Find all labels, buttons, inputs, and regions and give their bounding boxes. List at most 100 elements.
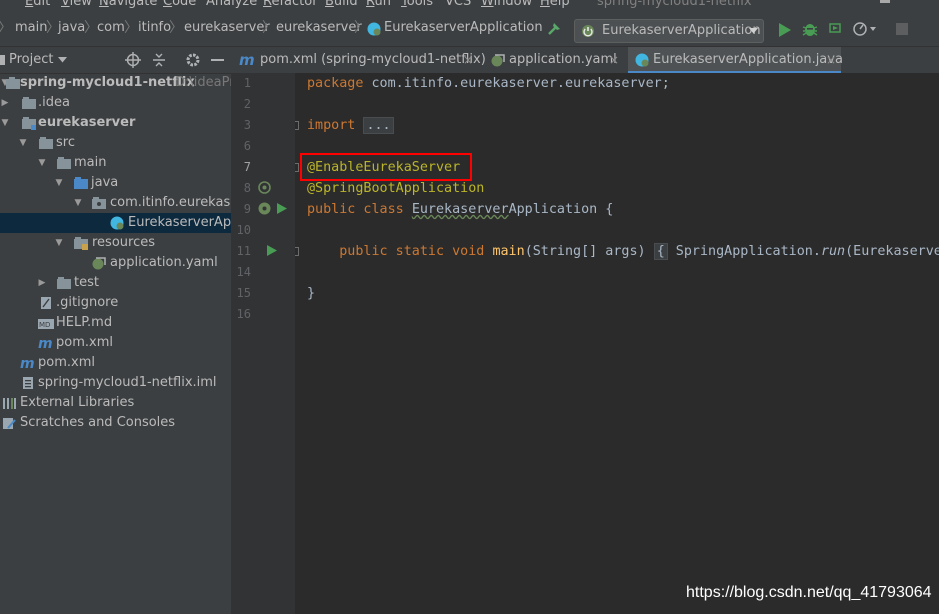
project-panel-title[interactable]: Project (9, 47, 53, 72)
expanded-arrow-icon[interactable]: ▼ (54, 233, 64, 253)
menu-code[interactable]: Code (163, 0, 196, 10)
expanded-arrow-icon[interactable]: ▼ (54, 173, 64, 193)
code-line-11: public static void main(String[] args) {… (307, 241, 939, 262)
expanded-arrow-icon[interactable]: ▼ (18, 133, 28, 153)
tree-item-eurekaserver-module[interactable]: ▼ eurekaserver (0, 113, 231, 133)
menu-window[interactable]: Window (481, 0, 532, 10)
menu-view[interactable]: View (61, 0, 92, 10)
line-number: 2 (243, 97, 251, 111)
tree-item-scratches[interactable]: Scratches and Consoles (0, 413, 231, 433)
run-configuration-label: EurekaserverApplication (602, 23, 761, 38)
tree-item-label: eurekaserver (38, 115, 136, 130)
collapsed-arrow-icon[interactable]: ▶ (0, 93, 10, 113)
navigation-bar: 〉 main 〉 java 〉 com 〉 itinfo 〉 eurekaser… (0, 10, 939, 47)
tree-item-application-yaml[interactable]: application.yaml (0, 253, 231, 273)
hide-panel-icon[interactable] (211, 59, 224, 61)
expanded-arrow-icon[interactable]: ▼ (73, 193, 83, 213)
menu-navigate[interactable]: Navigate (99, 0, 157, 10)
breadcrumb-com[interactable]: com (97, 10, 125, 46)
tree-item-iml[interactable]: spring-mycloud1-netflix.iml (0, 373, 231, 393)
locate-target-icon[interactable] (125, 52, 141, 68)
menu-tools[interactable]: Tools (401, 0, 433, 10)
breadcrumb-eurekaserver-2[interactable]: eurekaserver (276, 10, 362, 46)
folded-method-body[interactable]: { (653, 243, 668, 260)
tree-item-resources[interactable]: ▼ resources (0, 233, 231, 253)
hammer-build-icon[interactable] (546, 21, 562, 37)
menu-edit[interactable]: Edit (25, 0, 50, 10)
breadcrumb-main[interactable]: main (15, 10, 47, 46)
run-icon[interactable] (778, 23, 791, 37)
tab-eurekaserverapplication-java[interactable]: EurekaserverApplication.java × (628, 47, 843, 74)
menu-view-label: iew (69, 0, 92, 9)
tab-application-yaml[interactable]: application.yaml × (487, 47, 621, 73)
spring-class-icon (110, 216, 124, 230)
module-folder-icon (22, 116, 36, 130)
profiler-icon[interactable] (853, 21, 877, 37)
tree-item-gitignore[interactable]: .gitignore (0, 293, 231, 313)
coverage-icon[interactable] (828, 21, 844, 37)
expanded-arrow-icon[interactable]: ▼ (0, 113, 10, 133)
expanded-arrow-icon[interactable]: ▼ (37, 153, 47, 173)
code-text: SpringApplication. (667, 244, 821, 259)
breadcrumb-itinfo[interactable]: itinfo (138, 10, 171, 46)
menu-vcs[interactable]: VCS (445, 0, 471, 10)
maven-icon: m (239, 51, 255, 69)
collapsed-arrow-icon[interactable]: ▶ (37, 273, 47, 293)
run-configuration-dropdown[interactable]: EurekaserverApplication (574, 19, 764, 43)
folded-imports[interactable]: ... (363, 117, 394, 134)
tree-item-idea[interactable]: ▶ .idea (0, 93, 231, 113)
tab-pom-xml[interactable]: m pom.xml (spring-mycloud1-netflix) × (231, 47, 486, 73)
tree-item-project-root[interactable]: ▼ spring-mycloud1-netflix D:\ideaPro (0, 73, 231, 93)
tree-item-eurekaserverapplication[interactable]: EurekaserverAppl (0, 213, 231, 233)
close-tab-icon[interactable]: × (609, 47, 619, 73)
menu-code-label: ode (172, 0, 197, 9)
tree-item-test[interactable]: ▶ test (0, 273, 231, 293)
menu-build[interactable]: Build (325, 0, 358, 10)
breadcrumb-separator-icon: 〉 (262, 20, 276, 36)
tree-item-help-md[interactable]: MD HELP.md (0, 313, 231, 333)
debug-icon[interactable] (802, 21, 818, 37)
fold-marker-icon[interactable] (295, 163, 299, 172)
minimize-window-icon[interactable] (880, 0, 890, 3)
breadcrumb-java[interactable]: java (58, 10, 85, 46)
gear-icon[interactable] (185, 52, 201, 68)
spring-class-icon (367, 22, 381, 36)
tree-item-package[interactable]: ▼ com.itinfo.eurekaserv (0, 193, 231, 213)
source-folder-icon (74, 176, 88, 190)
tree-item-pom-root[interactable]: m pom.xml (0, 353, 231, 373)
folder-icon (57, 156, 71, 170)
run-gutter-icon[interactable] (277, 203, 287, 214)
tree-item-label: spring-mycloud1-netflix.iml (38, 375, 217, 390)
menu-analyze[interactable]: Analyze (206, 0, 257, 10)
tree-item-label: com.itinfo.eurekaserv (110, 195, 231, 210)
tree-item-src[interactable]: ▼ src (0, 133, 231, 153)
run-gutter-icon[interactable] (267, 245, 277, 256)
close-tab-icon[interactable]: × (826, 47, 836, 73)
breadcrumb-separator-icon: 〉 (0, 10, 12, 46)
fold-marker-icon[interactable] (295, 247, 299, 256)
spring-bean-gutter-icon[interactable] (258, 202, 271, 215)
menu-run[interactable]: Run (366, 0, 391, 10)
tree-item-external-libraries[interactable]: External Libraries (0, 393, 231, 413)
tree-item-java[interactable]: ▼ java (0, 173, 231, 193)
tree-item-main[interactable]: ▼ main (0, 153, 231, 173)
spring-bean-gutter-icon[interactable] (258, 181, 271, 194)
scratches-icon (2, 416, 16, 430)
project-panel-header: Project (0, 47, 231, 74)
code-line-15: } (307, 283, 315, 304)
tree-item-pom-module[interactable]: m pom.xml (0, 333, 231, 353)
fold-marker-icon[interactable] (295, 121, 299, 130)
menu-help[interactable]: Help (540, 0, 570, 10)
menu-window-mnemonic: W (481, 0, 494, 9)
stop-icon[interactable] (896, 23, 908, 35)
chevron-down-icon[interactable] (58, 57, 67, 63)
menu-refactor[interactable]: Refactor (263, 0, 318, 10)
line-number: 7 (243, 160, 251, 174)
menu-bar: Edit View Navigate Code Analyze Refactor… (0, 0, 939, 10)
svg-text:MD: MD (39, 321, 50, 329)
close-tab-icon[interactable]: × (463, 47, 473, 73)
breadcrumb-eurekaserver-1[interactable]: eurekaserver (184, 10, 270, 46)
collapse-all-icon[interactable] (151, 52, 167, 68)
breadcrumb-eurekaserverapplication[interactable]: EurekaserverApplication (384, 10, 543, 46)
tab-label: pom.xml (spring-mycloud1-netflix) (260, 52, 486, 67)
